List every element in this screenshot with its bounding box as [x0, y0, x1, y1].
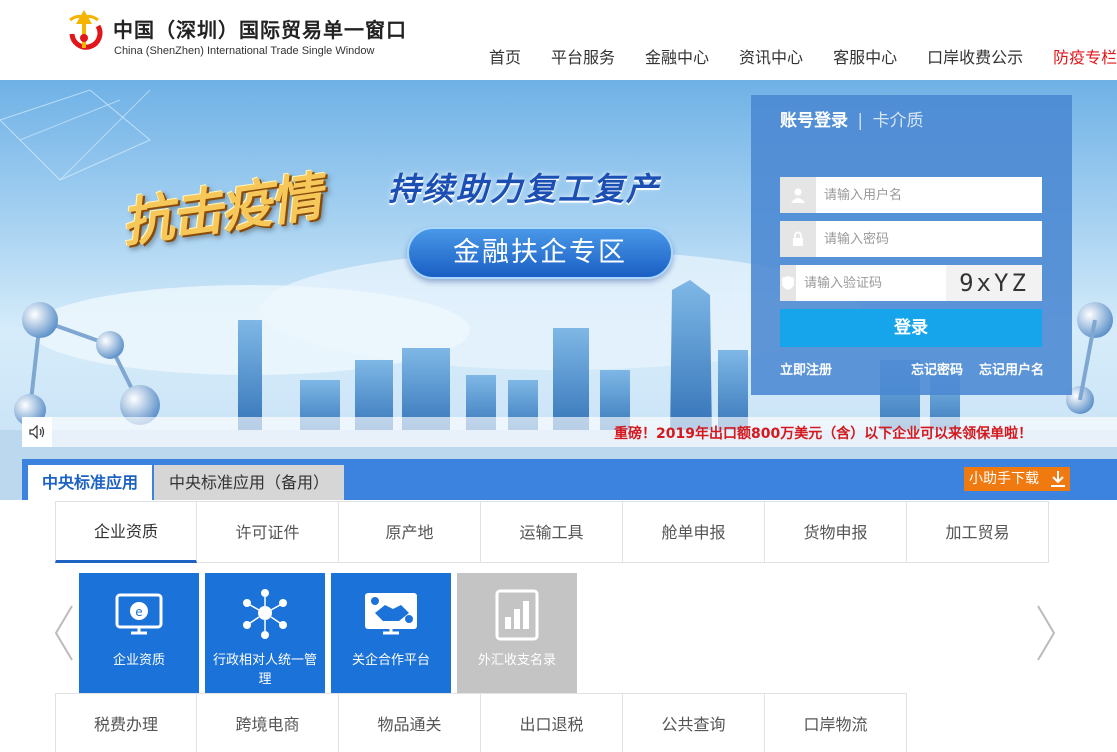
captcha-field	[780, 265, 974, 301]
svg-text:e: e	[135, 605, 142, 619]
category-port-logistics[interactable]: 口岸物流	[765, 693, 907, 752]
tile-admin-counterpart-management[interactable]: 行政相对人统一管理	[205, 573, 325, 693]
download-icon	[1051, 471, 1065, 487]
finance-support-zone-button[interactable]: 金融扶企专区	[407, 227, 673, 279]
nav-service-center[interactable]: 客服中心	[818, 44, 912, 68]
forgot-password-link[interactable]: 忘记密码	[911, 359, 963, 378]
helper-download-label: 小助手下载	[969, 471, 1039, 487]
category-tabs-row-2: 税费办理 跨境电商 物品通关 出口退税 公共查询 口岸物流	[55, 693, 907, 752]
announcement-ticker: 重磅！2019年出口额800万美元（含）以下企业可以来领保单啦！	[22, 417, 1117, 447]
login-panel: 账号登录 | 卡介质 9xYZ 登录 立即注册 忘记密码 忘记用户名	[751, 95, 1072, 395]
password-field	[780, 221, 1042, 257]
nav-platform-services[interactable]: 平台服务	[536, 44, 630, 68]
people-network-icon	[243, 589, 287, 639]
carousel-next-arrow[interactable]	[1034, 602, 1058, 664]
tile-enterprise-qualification[interactable]: e 企业资质	[79, 573, 199, 693]
category-licenses[interactable]: 许可证件	[197, 501, 339, 563]
category-transport[interactable]: 运输工具	[481, 501, 623, 563]
forgot-username-link[interactable]: 忘记用户名	[979, 359, 1044, 378]
category-processing-trade[interactable]: 加工贸易	[907, 501, 1049, 563]
tab-central-standard-apps-backup[interactable]: 中央标准应用（备用）	[154, 465, 344, 500]
site-header: 中国（深圳）国际贸易单一窗口 China (ShenZhen) Internat…	[0, 0, 1117, 80]
application-tab-bar: 中央标准应用 中央标准应用（备用） 小助手下载	[22, 459, 1117, 500]
login-tabs: 账号登录 | 卡介质	[780, 106, 924, 131]
tile-forex-directory[interactable]: 外汇收支名录	[457, 573, 577, 693]
speaker-icon[interactable]	[22, 417, 52, 447]
tile-label: 外汇收支名录	[477, 653, 556, 668]
lock-icon	[780, 221, 816, 257]
username-input[interactable]	[816, 177, 1042, 213]
tab-account-login[interactable]: 账号登录	[780, 111, 848, 131]
captcha-image[interactable]: 9xYZ	[946, 265, 1042, 301]
category-public-query[interactable]: 公共查询	[623, 693, 765, 752]
banner-slogan: 持续助力复工复产	[388, 170, 661, 208]
category-export-tax-refund[interactable]: 出口退税	[481, 693, 623, 752]
category-goods-declaration[interactable]: 货物申报	[765, 501, 907, 563]
category-enterprise-qualification[interactable]: 企业资质	[55, 501, 197, 563]
tile-label: 企业资质	[112, 653, 165, 668]
user-icon	[780, 177, 816, 213]
nav-news-center[interactable]: 资讯中心	[724, 44, 818, 68]
password-input[interactable]	[816, 221, 1042, 257]
main-nav: 首页 平台服务 金融中心 资讯中心 客服中心 口岸收费公示 防疫专栏	[474, 44, 1117, 68]
book-chart-icon	[495, 589, 539, 641]
category-goods-clearance[interactable]: 物品通关	[339, 693, 481, 752]
carousel-prev-arrow[interactable]	[52, 602, 76, 664]
tile-label: 行政相对人统一管理	[212, 653, 317, 687]
nav-epidemic-column[interactable]: 防疫专栏	[1038, 44, 1117, 68]
nav-finance-center[interactable]: 金融中心	[630, 44, 724, 68]
register-link[interactable]: 立即注册	[780, 359, 832, 378]
helper-download-button[interactable]: 小助手下载	[964, 467, 1070, 491]
category-origin[interactable]: 原产地	[339, 501, 481, 563]
category-tax-payment[interactable]: 税费办理	[55, 693, 197, 752]
tile-label: 关企合作平台	[351, 653, 430, 668]
customs-logo-icon[interactable]	[64, 4, 104, 58]
app-tiles: e 企业资质 行政相对人统一管理 关企合作平台 外汇收支名录	[79, 573, 583, 693]
username-field	[780, 177, 1042, 213]
login-button[interactable]: 登录	[780, 309, 1042, 347]
category-tabs-row-1: 企业资质 许可证件 原产地 运输工具 舱单申报 货物申报 加工贸易	[55, 501, 1049, 563]
login-tab-separator: |	[857, 111, 864, 131]
nav-port-fees[interactable]: 口岸收费公示	[912, 44, 1038, 68]
certificate-monitor-icon: e	[115, 593, 163, 635]
handshake-icon	[365, 593, 417, 635]
category-cross-border-ecommerce[interactable]: 跨境电商	[197, 693, 339, 752]
tab-card-login[interactable]: 卡介质	[873, 111, 924, 131]
site-title: 中国（深圳）国际贸易单一窗口	[113, 18, 407, 42]
category-manifest[interactable]: 舱单申报	[623, 501, 765, 563]
tile-customs-enterprise-cooperation[interactable]: 关企合作平台	[331, 573, 451, 693]
announcement-text[interactable]: 重磅！2019年出口额800万美元（含）以下企业可以来领保单啦！	[614, 423, 1032, 443]
site-subtitle: China (ShenZhen) International Trade Sin…	[114, 45, 375, 57]
tab-central-standard-apps[interactable]: 中央标准应用	[28, 465, 152, 500]
nav-home[interactable]: 首页	[474, 44, 536, 68]
shield-icon	[780, 265, 796, 301]
